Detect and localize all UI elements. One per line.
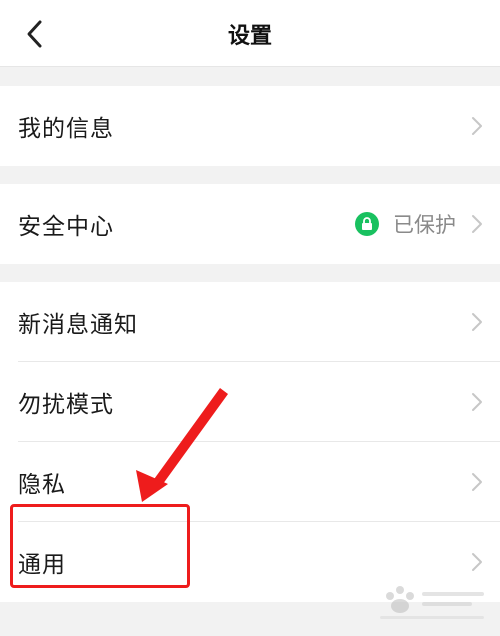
settings-row-notifications[interactable]: 新消息通知 [0, 282, 500, 362]
top-bar: 设置 [0, 0, 500, 67]
status-text: 已保护 [393, 213, 456, 237]
settings-group-general: 新消息通知 勿扰模式 隐私 通用 [0, 282, 500, 602]
chevron-right-icon [472, 215, 482, 233]
row-label: 新消息通知 [18, 312, 138, 338]
chevron-right-icon [472, 473, 482, 491]
row-label: 通用 [18, 552, 66, 578]
chevron-right-icon [472, 313, 482, 331]
chevron-right-icon [472, 553, 482, 571]
settings-row-security-center[interactable]: 安全中心 已保护 [0, 184, 500, 264]
chevron-right-icon [472, 393, 482, 411]
watermark-logo [380, 586, 484, 619]
row-label: 安全中心 [18, 214, 114, 240]
security-status: 已保护 [355, 210, 456, 238]
row-label: 勿扰模式 [18, 392, 114, 418]
row-label: 我的信息 [18, 116, 114, 142]
settings-row-do-not-disturb[interactable]: 勿扰模式 [0, 362, 500, 442]
settings-row-privacy[interactable]: 隐私 [0, 442, 500, 522]
page-title: 设置 [227, 24, 272, 49]
settings-group-security: 安全中心 已保护 [0, 184, 500, 264]
settings-row-my-info[interactable]: 我的信息 [0, 86, 500, 166]
chevron-right-icon [472, 117, 482, 135]
lock-icon [355, 212, 379, 236]
settings-group-profile: 我的信息 [0, 86, 500, 166]
row-label: 隐私 [18, 472, 66, 498]
